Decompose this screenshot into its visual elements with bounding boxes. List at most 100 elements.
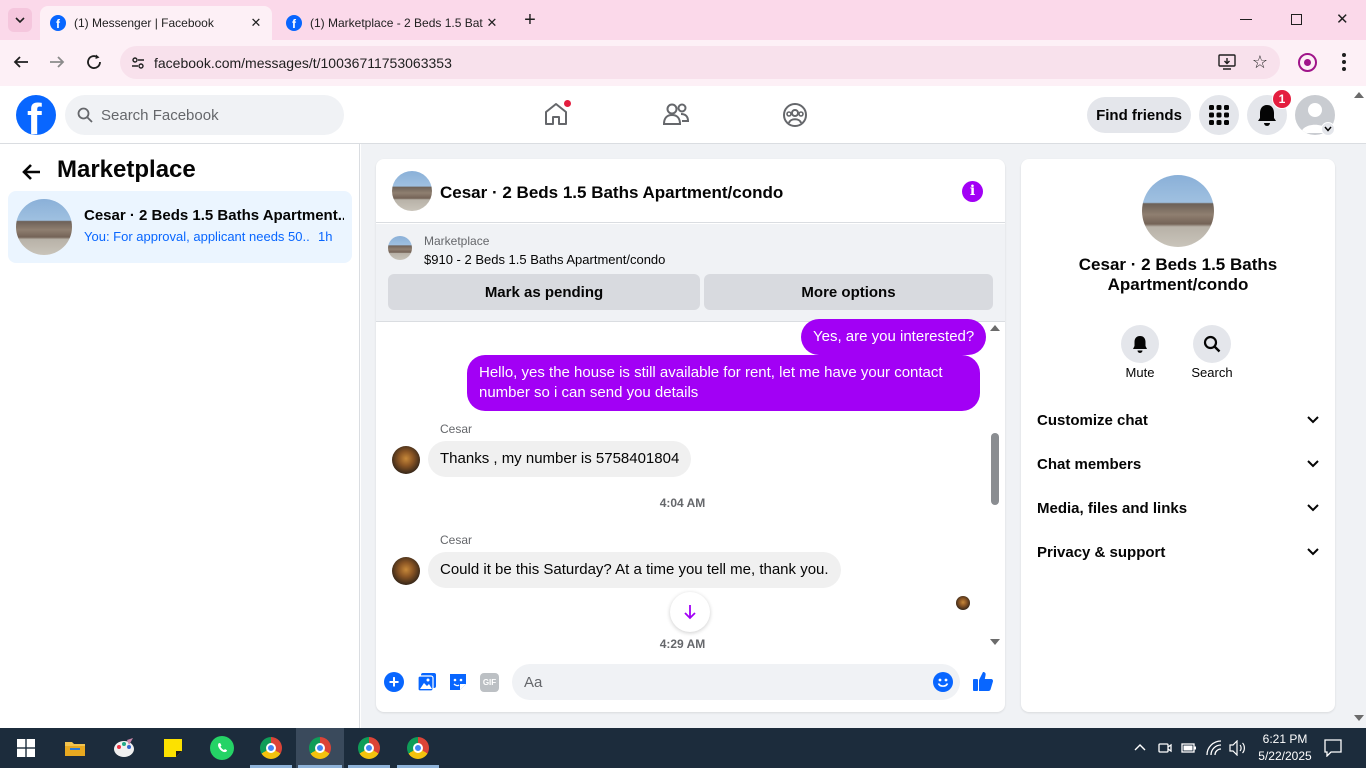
volume-icon[interactable] [1229,740,1247,756]
sender-avatar[interactable] [392,557,420,585]
browser-tab-strip: f (1) Messenger | Facebook ✕ f (1) Marke… [0,0,1366,40]
conversation-info-icon[interactable]: i [962,181,983,202]
incoming-message[interactable]: Could it be this Saturday? At a time you… [428,552,841,588]
profile-icon[interactable] [1298,53,1317,72]
more-actions-icon[interactable]: + [384,672,404,692]
chat-title[interactable]: Cesar · 2 Beds 1.5 Baths Apartment/condo [440,183,783,203]
notification-badge: 1 [1272,89,1292,109]
home-notification-dot [563,99,572,108]
scroll-to-bottom-button[interactable] [670,592,710,632]
info-name: Cesar · 2 Beds 1.5 Baths Apartment/condo [1078,255,1278,294]
chat-avatar[interactable] [392,171,432,211]
message-timestamp: 4:29 AM [659,637,706,651]
listing-banner: Marketplace $910 - 2 Beds 1.5 Baths Apar… [376,224,1005,322]
search-label: Search [1191,365,1233,380]
mute-button[interactable] [1121,325,1159,363]
tab-close-icon[interactable]: ✕ [484,15,500,31]
more-options-button[interactable]: More options [704,274,993,310]
emoji-icon[interactable] [933,672,953,692]
sender-avatar[interactable] [392,446,420,474]
battery-icon[interactable] [1181,742,1197,754]
notifications-button[interactable]: 1 [1247,89,1292,135]
nav-home-icon[interactable] [543,99,572,127]
minimize-icon[interactable] [1240,19,1252,20]
network-icon[interactable] [1206,740,1222,756]
chrome-profile-2-icon[interactable] [308,736,332,760]
restore-icon[interactable] [1291,14,1302,25]
close-window-icon[interactable]: ✕ [1336,10,1349,28]
chat-header: Cesar · 2 Beds 1.5 Baths Apartment/condo… [376,159,1005,223]
clock-date[interactable]: 5/22/2025 [1254,749,1316,763]
chat-members-section[interactable]: Chat members [1037,451,1319,477]
account-chevron-icon[interactable] [1321,122,1335,136]
chrome-profile-4-icon[interactable] [406,736,430,760]
file-explorer-icon[interactable] [63,736,87,760]
whatsapp-icon[interactable] [210,736,234,760]
start-windows-icon[interactable] [14,736,38,760]
conversation-time: 1h [318,229,333,244]
conversation-name: Cesar · 2 Beds 1.5 Baths Apartment... [84,207,344,224]
tab-close-icon[interactable]: ✕ [248,15,264,31]
browser-menu-icon[interactable] [1342,53,1346,71]
sticker-icon[interactable] [448,672,468,692]
reload-icon[interactable] [85,53,103,71]
tab-messenger[interactable]: f (1) Messenger | Facebook ✕ [40,6,272,40]
search-input[interactable]: Search Facebook [65,95,344,135]
page-scroll-down-arrow[interactable] [1354,715,1364,721]
tab-marketplace[interactable]: f (1) Marketplace - 2 Beds 1.5 Bat ✕ [276,6,508,40]
facebook-logo-icon[interactable]: f [16,95,56,135]
back-icon[interactable] [12,53,30,71]
paint-app-icon[interactable] [112,736,136,760]
listing-thumbnail [16,199,72,255]
scroll-up-arrow[interactable] [990,325,1000,331]
page-scroll-up-arrow[interactable] [1354,92,1364,98]
tab-title: (1) Messenger | Facebook [74,16,214,30]
search-in-conversation-button[interactable] [1193,325,1231,363]
mute-label: Mute [1125,365,1155,380]
browser-toolbar: facebook.com/messages/t/1003671175306335… [0,40,1366,86]
incoming-message[interactable]: Thanks , my number is 5758401804 [428,441,692,477]
scrollbar-thumb[interactable] [991,433,999,505]
listing-summary[interactable]: $910 - 2 Beds 1.5 Baths Apartment/condo [424,252,665,267]
chrome-profile-3-icon[interactable] [357,736,381,760]
media-files-links-section[interactable]: Media, files and links [1037,495,1319,521]
nav-friends-icon[interactable] [663,102,689,126]
section-label: Media, files and links [1037,499,1188,517]
sticky-notes-icon[interactable] [161,736,185,760]
meet-now-icon[interactable] [1158,741,1172,755]
tray-overflow-chevron-icon[interactable] [1134,743,1146,751]
listing-banner-thumbnail[interactable] [388,236,412,260]
chevron-down-icon [1307,460,1319,468]
conversation-item[interactable]: Cesar · 2 Beds 1.5 Baths Apartment... Yo… [8,191,352,263]
customize-chat-section[interactable]: Customize chat [1037,407,1319,433]
outgoing-message[interactable]: Yes, are you interested? [801,319,987,355]
arrow-down-icon [684,605,696,620]
like-thumbs-up-icon[interactable] [972,670,994,692]
attach-photo-icon[interactable] [417,672,437,692]
install-app-icon[interactable] [1218,54,1236,70]
scroll-down-arrow[interactable] [990,639,1000,645]
tab-search-icon[interactable] [8,8,32,32]
mark-as-pending-button[interactable]: Mark as pending [388,274,700,310]
forward-icon [48,53,66,71]
chrome-profile-1-icon[interactable] [259,736,283,760]
bookmark-star-icon[interactable]: ☆ [1252,52,1268,73]
chevron-down-icon [1307,504,1319,512]
composer-bar: + GIF Aa [376,656,1005,712]
bell-icon [1258,105,1276,126]
find-friends-button[interactable]: Find friends [1087,97,1191,133]
site-settings-icon[interactable] [130,55,146,71]
action-center-icon[interactable] [1324,739,1342,757]
info-avatar[interactable] [1142,175,1214,247]
privacy-support-section[interactable]: Privacy & support [1037,539,1319,565]
windows-taskbar: 6:21 PM 5/22/2025 [0,728,1366,768]
back-arrow-icon[interactable] [22,162,42,182]
message-input[interactable]: Aa [512,664,960,700]
conversation-info-panel: Cesar · 2 Beds 1.5 Baths Apartment/condo… [1021,159,1335,712]
menu-grid-button[interactable] [1199,95,1239,135]
address-bar[interactable]: facebook.com/messages/t/1003671175306335… [120,46,1280,79]
clock-time[interactable]: 6:21 PM [1254,732,1316,746]
nav-groups-icon[interactable] [782,102,808,128]
outgoing-message[interactable]: Hello, yes the house is still available … [467,355,980,411]
new-tab-button[interactable]: + [518,8,542,32]
